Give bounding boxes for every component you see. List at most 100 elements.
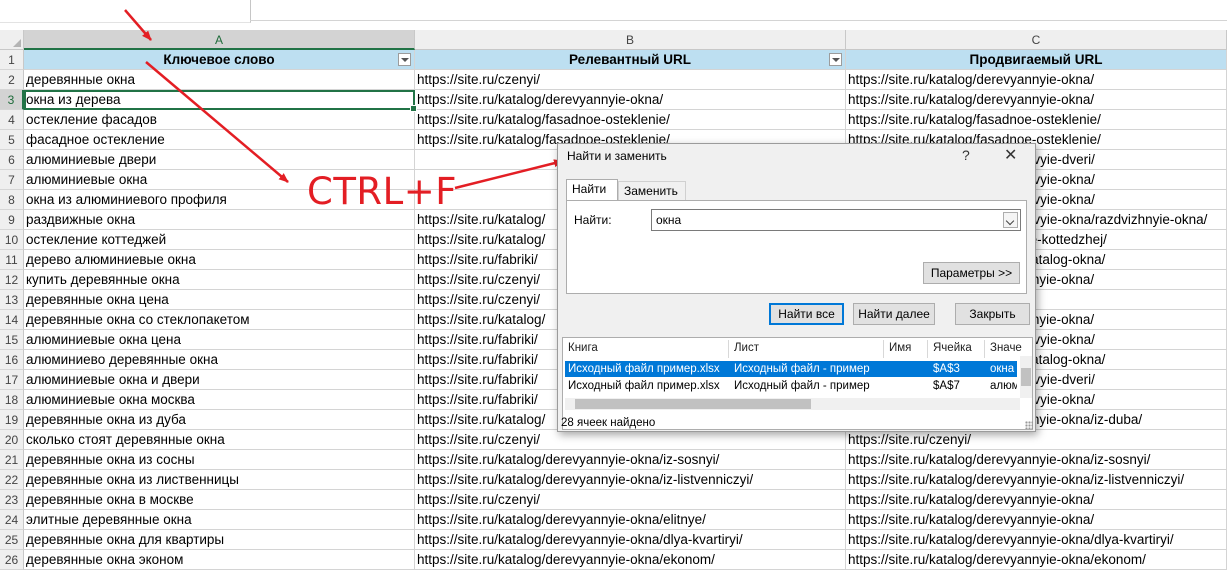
cell-promoted-url[interactable]: https://site.ru/katalog/derevyannyie-okn… xyxy=(846,70,1227,90)
find-history-dropdown[interactable] xyxy=(1003,212,1018,228)
cell-keyword[interactable]: дерево алюминиевые окна xyxy=(24,250,415,270)
row-header[interactable]: 26 xyxy=(0,550,24,570)
row-header[interactable]: 11 xyxy=(0,250,24,270)
row-header[interactable]: 6 xyxy=(0,150,24,170)
cell-relevant-url[interactable]: https://site.ru/czenyi/ xyxy=(415,430,846,450)
cell-promoted-url[interactable]: https://site.ru/katalog/fasadnoe-ostekle… xyxy=(846,110,1227,130)
cell-promoted-url[interactable]: https://site.ru/katalog/derevyannyie-okn… xyxy=(846,550,1227,570)
result-row[interactable]: Исходный файл пример.xlsx Исходный файл … xyxy=(565,361,1017,377)
result-row[interactable]: Исходный файл пример.xlsx Исходный файл … xyxy=(565,378,1017,394)
row-header[interactable]: 4 xyxy=(0,110,24,130)
results-header-value[interactable]: Значе xyxy=(990,342,1022,354)
row-header[interactable]: 15 xyxy=(0,330,24,350)
column-header-b[interactable]: B xyxy=(415,30,846,50)
cell-keyword[interactable]: алюминиевые двери xyxy=(24,150,415,170)
results-header-book[interactable]: Книга xyxy=(568,342,598,354)
cell-keyword[interactable]: алюминиево деревянные окна xyxy=(24,350,415,370)
cell-relevant-url[interactable]: https://site.ru/czenyi/ xyxy=(415,70,846,90)
row-header[interactable]: 5 xyxy=(0,130,24,150)
cell-keyword[interactable]: купить деревянные окна xyxy=(24,270,415,290)
cell-keyword[interactable]: остекление коттеджей xyxy=(24,230,415,250)
cell-promoted-url[interactable]: https://site.ru/katalog/derevyannyie-okn… xyxy=(846,530,1227,550)
cell-promoted-url[interactable]: https://site.ru/katalog/derevyannyie-okn… xyxy=(846,510,1227,530)
row-header[interactable]: 7 xyxy=(0,170,24,190)
find-all-button[interactable]: Найти все xyxy=(769,303,844,325)
row-header[interactable]: 14 xyxy=(0,310,24,330)
cell-promoted-url[interactable]: https://site.ru/czenyi/ xyxy=(846,430,1227,450)
row-header[interactable]: 22 xyxy=(0,470,24,490)
row-header[interactable]: 25 xyxy=(0,530,24,550)
cell-keyword[interactable]: сколько стоят деревянные окна xyxy=(24,430,415,450)
column-header-a[interactable]: A xyxy=(24,30,415,50)
scroll-thumb[interactable] xyxy=(575,399,811,409)
results-vertical-scrollbar[interactable] xyxy=(1020,356,1032,398)
tab-find[interactable]: Найти xyxy=(566,179,618,201)
row-header[interactable]: 8 xyxy=(0,190,24,210)
results-header-cell[interactable]: Ячейка xyxy=(933,342,972,354)
cell-keyword[interactable]: деревянные окна цена xyxy=(24,290,415,310)
filter-dropdown-icon[interactable] xyxy=(829,53,842,66)
cell-keyword[interactable]: алюминиевые окна цена xyxy=(24,330,415,350)
row-header[interactable]: 16 xyxy=(0,350,24,370)
row-header[interactable]: 9 xyxy=(0,210,24,230)
cell-keyword[interactable]: деревянные окна со стеклопакетом xyxy=(24,310,415,330)
cell-relevant-url[interactable]: https://site.ru/katalog/derevyannyie-okn… xyxy=(415,550,846,570)
cell-promoted-url[interactable]: https://site.ru/katalog/derevyannyie-okn… xyxy=(846,470,1227,490)
resize-grip-icon[interactable] xyxy=(1025,421,1033,429)
cell-keyword[interactable]: фасадное остекление xyxy=(24,130,415,150)
options-button[interactable]: Параметры >> xyxy=(923,262,1020,284)
results-horizontal-scrollbar[interactable] xyxy=(565,398,1020,410)
cell-keyword[interactable]: алюминиевые окна и двери xyxy=(24,370,415,390)
cell-keyword[interactable]: элитные деревянные окна xyxy=(24,510,415,530)
results-header-sheet[interactable]: Лист xyxy=(734,342,759,354)
close-button[interactable]: Закрыть xyxy=(955,303,1030,325)
row-header[interactable]: 24 xyxy=(0,510,24,530)
row-header[interactable]: 2 xyxy=(0,70,24,90)
cell-promoted-url[interactable]: https://site.ru/katalog/derevyannyie-okn… xyxy=(846,90,1227,110)
results-header-name[interactable]: Имя xyxy=(889,342,911,354)
cell-relevant-url[interactable]: https://site.ru/katalog/derevyannyie-okn… xyxy=(415,530,846,550)
cell-keyword[interactable]: алюминиевые окна москва xyxy=(24,390,415,410)
row-header[interactable]: 23 xyxy=(0,490,24,510)
cell-keyword[interactable]: деревянные окна эконом xyxy=(24,550,415,570)
formula-bar[interactable] xyxy=(250,0,1227,21)
row-header[interactable]: 3 xyxy=(0,90,24,110)
row-header[interactable]: 12 xyxy=(0,270,24,290)
filter-dropdown-icon[interactable] xyxy=(398,53,411,66)
cell-promoted-url[interactable]: https://site.ru/katalog/derevyannyie-okn… xyxy=(846,490,1227,510)
header-cell-keyword[interactable]: Ключевое слово xyxy=(24,50,415,70)
cell-keyword[interactable]: раздвижные окна xyxy=(24,210,415,230)
cell-relevant-url[interactable]: https://site.ru/czenyi/ xyxy=(415,490,846,510)
find-input[interactable]: окна xyxy=(651,209,1021,231)
select-all-corner[interactable] xyxy=(0,30,24,50)
header-cell-promoted-url[interactable]: Продвигаемый URL xyxy=(846,50,1227,70)
cell-relevant-url[interactable]: https://site.ru/katalog/fasadnoe-ostekle… xyxy=(415,110,846,130)
cell-keyword[interactable]: деревянные окна из сосны xyxy=(24,450,415,470)
row-header[interactable]: 20 xyxy=(0,430,24,450)
cell-keyword[interactable]: деревянные окна из лиственницы xyxy=(24,470,415,490)
row-header[interactable]: 18 xyxy=(0,390,24,410)
help-icon[interactable]: ? xyxy=(962,147,970,163)
cell-keyword[interactable]: деревянные окна из дуба xyxy=(24,410,415,430)
row-header[interactable]: 21 xyxy=(0,450,24,470)
scroll-thumb[interactable] xyxy=(1021,368,1031,386)
cell-relevant-url[interactable]: https://site.ru/katalog/derevyannyie-okn… xyxy=(415,510,846,530)
row-header[interactable]: 1 xyxy=(0,50,24,70)
cell-relevant-url[interactable]: https://site.ru/katalog/derevyannyie-okn… xyxy=(415,450,846,470)
cell-promoted-url[interactable]: https://site.ru/katalog/derevyannyie-okn… xyxy=(846,450,1227,470)
row-header[interactable]: 13 xyxy=(0,290,24,310)
row-header[interactable]: 17 xyxy=(0,370,24,390)
cell-relevant-url[interactable]: https://site.ru/katalog/derevyannyie-okn… xyxy=(415,470,846,490)
cell-keyword[interactable]: остекление фасадов xyxy=(24,110,415,130)
name-box[interactable] xyxy=(0,0,251,23)
header-cell-relevant-url[interactable]: Релевантный URL xyxy=(415,50,846,70)
cell-keyword[interactable]: деревянные окна для квартиры xyxy=(24,530,415,550)
column-header-c[interactable]: C xyxy=(846,30,1227,50)
close-icon[interactable]: ✕ xyxy=(1004,145,1017,165)
cell-keyword[interactable]: деревянные окна xyxy=(24,70,415,90)
find-next-button[interactable]: Найти далее xyxy=(853,303,935,325)
tab-replace[interactable]: Заменить xyxy=(618,181,686,201)
cell-relevant-url[interactable]: https://site.ru/katalog/derevyannyie-okn… xyxy=(415,90,846,110)
row-header[interactable]: 10 xyxy=(0,230,24,250)
cell-keyword[interactable]: деревянные окна в москве xyxy=(24,490,415,510)
